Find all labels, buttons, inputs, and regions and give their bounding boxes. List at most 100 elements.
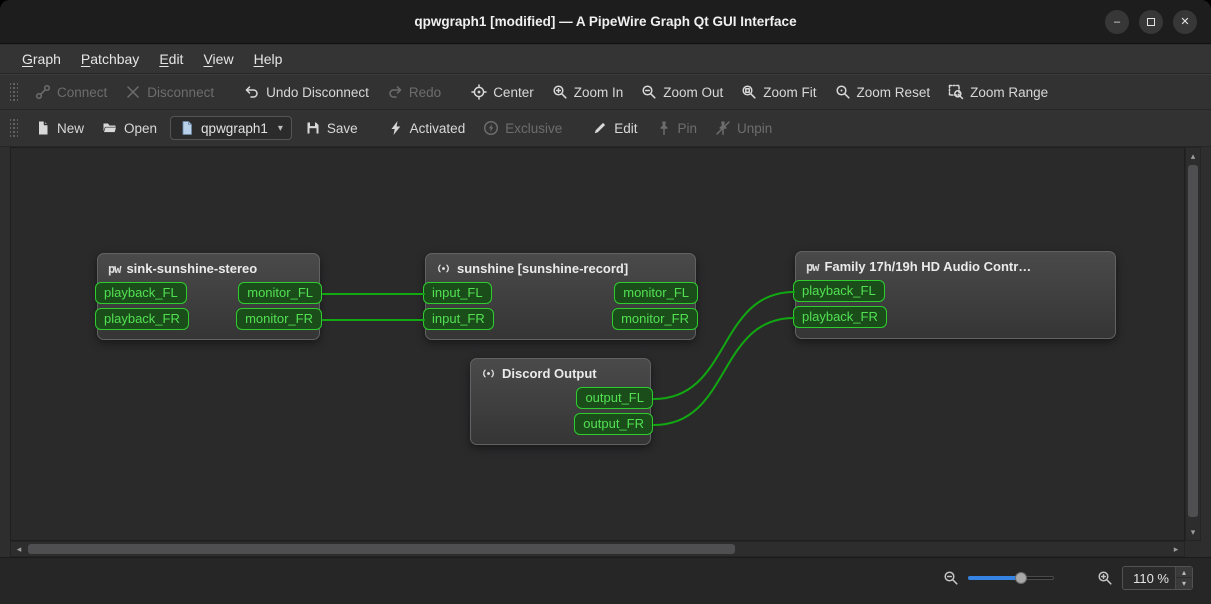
maximize-button[interactable]: [1139, 10, 1163, 34]
port-input_FL[interactable]: input_FL: [423, 282, 492, 304]
disconnect-icon: [125, 84, 141, 100]
new-button[interactable]: New: [26, 114, 93, 142]
undo-icon: [244, 84, 260, 100]
toolbar-graph-items: Connect Disconnect Undo Disconnect Redo Cent…: [26, 78, 1057, 106]
port-monitor_FL[interactable]: monitor_FL: [238, 282, 322, 304]
port-monitor_FR[interactable]: monitor_FR: [612, 308, 698, 330]
minimize-button[interactable]: –: [1105, 10, 1129, 34]
port-playback_FR[interactable]: playback_FR: [793, 306, 887, 328]
node-title: pw Family 17h/19h HD Audio Contr…: [796, 252, 1115, 277]
toolbar-handle[interactable]: [10, 81, 18, 103]
node-sink[interactable]: pw sink-sunshine-stereo playback_FLplaybac…: [95, 253, 322, 340]
connect-button: Connect: [26, 78, 116, 106]
titlebar[interactable]: qpwgraph1 [modified] — A PipeWire Graph …: [0, 0, 1211, 44]
menu-view[interactable]: View: [193, 47, 243, 71]
port-playback_FL[interactable]: playback_FL: [95, 282, 187, 304]
port-input_FR[interactable]: input_FR: [423, 308, 494, 330]
toolbar-button-label: Connect: [57, 84, 108, 100]
save-button[interactable]: Save: [296, 114, 367, 142]
horizontal-scroll-thumb[interactable]: [28, 544, 735, 554]
toolbar-button-label: Redo: [408, 84, 442, 100]
node-sunshine[interactable]: sunshine [sunshine-record] input_FL input_…: [423, 253, 698, 340]
scroll-down-icon[interactable]: ▾: [1186, 525, 1200, 539]
vertical-scrollbar[interactable]: ▴ ▾: [1185, 147, 1201, 541]
disconnect-button: Disconnect: [116, 78, 223, 106]
open-icon: [102, 120, 118, 136]
activated-button[interactable]: Activated: [379, 114, 475, 142]
node-title-text: Family 17h/19h HD Audio Contr…: [824, 259, 1032, 274]
statusbar: 110 % ▴ ▾: [0, 557, 1211, 604]
zoom-in-button[interactable]: Zoom In: [543, 78, 633, 106]
undo-disconnect-button[interactable]: Undo Disconnect: [235, 78, 378, 106]
speaker-icon: [481, 366, 496, 381]
scroll-left-icon[interactable]: ◂: [12, 542, 26, 556]
toolbar-button-label: Center: [493, 84, 534, 100]
pin-icon: [656, 120, 672, 136]
spin-down-button[interactable]: ▾: [1176, 578, 1192, 589]
close-icon: ✕: [1180, 15, 1190, 28]
app-window: qpwgraph1 [modified] — A PipeWire Graph …: [0, 0, 1211, 604]
exclusive-button: Exclusive: [474, 114, 571, 142]
graph-canvas[interactable]: pw sink-sunshine-stereo playback_FL playbac…: [10, 147, 1185, 541]
vertical-scroll-thumb[interactable]: [1188, 165, 1198, 517]
scrollbar-corner: [1185, 541, 1201, 557]
port-output_FL[interactable]: output_FL: [576, 387, 653, 409]
unpin-icon: [715, 120, 731, 136]
patchbay-combo[interactable]: qpwgraph1 ▾: [170, 116, 292, 140]
exclusive-icon: [483, 120, 499, 136]
toolbar-button-label: Exclusive: [505, 120, 563, 136]
maximize-icon: [1147, 18, 1155, 26]
port-playback_FR[interactable]: playback_FR: [95, 308, 189, 330]
port-monitor_FR[interactable]: monitor_FR: [236, 308, 322, 330]
menu-patchbay[interactable]: Patchbay: [71, 47, 149, 71]
node-title-text: sunshine [sunshine-record]: [457, 261, 629, 276]
menu-graph[interactable]: Graph: [12, 47, 71, 71]
open-button[interactable]: Open: [93, 114, 166, 142]
toolbar-button-label: Undo Disconnect: [266, 84, 369, 100]
close-button[interactable]: ✕: [1173, 10, 1197, 34]
zoom-out-button[interactable]: Zoom Out: [632, 78, 732, 106]
toolbar-button-label: Edit: [614, 120, 638, 136]
spin-up-button[interactable]: ▴: [1176, 567, 1192, 578]
node-title: pw sink-sunshine-stereo: [98, 254, 319, 279]
slider-handle[interactable]: [1015, 572, 1028, 584]
horizontal-scrollbar[interactable]: ◂ ▸: [10, 541, 1185, 557]
port-output_FR[interactable]: output_FR: [574, 413, 653, 435]
center-icon: [471, 84, 487, 100]
node-title: sunshine [sunshine-record]: [426, 254, 695, 279]
toolbar-button-label: Zoom Fit: [763, 84, 817, 100]
zoom-reset-button[interactable]: Zoom Reset: [826, 78, 940, 106]
zoom-in-icon: [552, 84, 568, 100]
port-playback_FL[interactable]: playback_FL: [793, 280, 885, 302]
menubar: Graph Patchbay Edit View Help: [0, 45, 1211, 74]
window-controls: – ✕: [1105, 10, 1197, 34]
toolbar-button-label: Open: [124, 120, 158, 136]
toolbar-button-label: Zoom Out: [663, 84, 724, 100]
zoom-reset-icon: [835, 84, 851, 100]
toolbar-button-label: Activated: [409, 120, 466, 136]
activated-icon: [388, 120, 404, 136]
toolbar-file: New Open qpwgraph1 ▾ Save Activated Exclusive E…: [0, 110, 1211, 147]
zoom-range-button[interactable]: Zoom Range: [939, 78, 1057, 106]
zoom-fit-button[interactable]: Zoom Fit: [732, 78, 825, 106]
toolbar-handle[interactable]: [10, 117, 18, 139]
center-button[interactable]: Center: [462, 78, 543, 106]
save-icon: [305, 120, 321, 136]
menu-edit[interactable]: Edit: [149, 47, 193, 71]
redo-button: Redo: [378, 78, 450, 106]
file-icon: [179, 120, 195, 136]
toolbar-button-label: Disconnect: [147, 84, 215, 100]
scroll-right-icon[interactable]: ▸: [1169, 542, 1183, 556]
scroll-up-icon[interactable]: ▴: [1186, 149, 1200, 163]
zoom-spinbox[interactable]: 110 % ▴ ▾: [1122, 566, 1193, 590]
port-monitor_FL[interactable]: monitor_FL: [614, 282, 698, 304]
node-discord[interactable]: Discord Output output_FL output_FR: [470, 358, 653, 445]
zoom-in-icon: [1097, 570, 1113, 586]
menu-help[interactable]: Help: [244, 47, 293, 71]
zoom-slider[interactable]: [968, 570, 1054, 586]
zoom-range-icon: [948, 84, 964, 100]
edit-button[interactable]: Edit: [583, 114, 646, 142]
pin-button: Pin: [647, 114, 707, 142]
chevron-down-icon: ▾: [277, 122, 283, 134]
node-family[interactable]: pw Family 17h/19h HD Audio Contr… playback…: [793, 251, 1116, 339]
